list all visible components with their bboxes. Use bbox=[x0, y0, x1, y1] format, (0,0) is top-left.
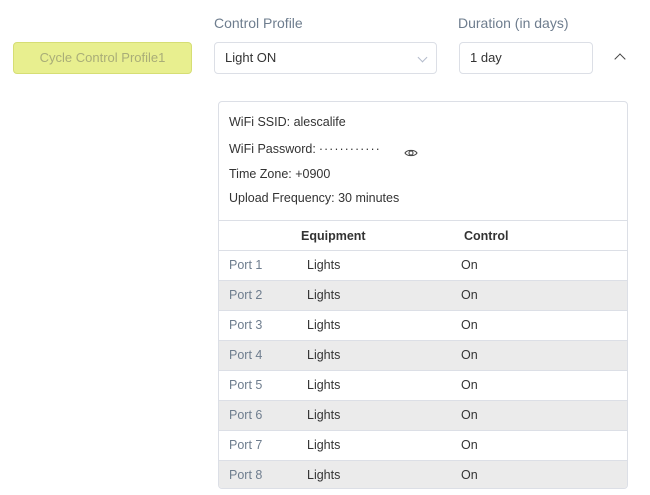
port-link[interactable]: Port 2 bbox=[229, 288, 262, 302]
cycle-control-profile-button[interactable]: Cycle Control Profile1 bbox=[13, 42, 192, 74]
control-cell: On bbox=[461, 288, 478, 302]
table-row: Port 6 Lights On bbox=[219, 400, 627, 430]
eye-icon[interactable] bbox=[404, 146, 418, 160]
table-row: Port 2 Lights On bbox=[219, 280, 627, 310]
control-cell: On bbox=[461, 468, 478, 482]
wifi-password-mask: ············ bbox=[318, 142, 381, 156]
control-cell: On bbox=[461, 318, 478, 332]
table-row: Port 8 Lights On bbox=[219, 460, 627, 488]
control-cell: On bbox=[461, 408, 478, 422]
equipment-cell: Lights bbox=[307, 408, 341, 422]
chevron-down-icon bbox=[417, 52, 428, 63]
chevron-up-icon[interactable] bbox=[612, 48, 630, 66]
equipment-cell: Lights bbox=[307, 468, 341, 482]
equipment-cell: Lights bbox=[307, 348, 341, 362]
table-row: Port 7 Lights On bbox=[219, 430, 627, 460]
table-row: Port 1 Lights On bbox=[219, 250, 627, 280]
wifi-password: WiFi Password: ············ bbox=[229, 142, 381, 156]
cycle-config-page: Cycle Control Profile1 Control Profile D… bbox=[0, 0, 650, 495]
control-cell: On bbox=[461, 258, 478, 272]
table-row: Port 5 Lights On bbox=[219, 370, 627, 400]
equipment-header: Equipment bbox=[301, 229, 366, 243]
equipment-cell: Lights bbox=[307, 288, 341, 302]
port-link[interactable]: Port 3 bbox=[229, 318, 262, 332]
equipment-cell: Lights bbox=[307, 318, 341, 332]
equipment-cell: Lights bbox=[307, 378, 341, 392]
duration-value: 1 day bbox=[470, 50, 502, 65]
time-zone: Time Zone: +0900 bbox=[229, 167, 331, 181]
duration-input[interactable]: 1 day bbox=[459, 42, 593, 74]
port-link[interactable]: Port 1 bbox=[229, 258, 262, 272]
control-profile-label: Control Profile bbox=[214, 15, 303, 31]
table-row: Port 4 Lights On bbox=[219, 340, 627, 370]
control-profile-value: Light ON bbox=[225, 50, 277, 65]
port-link[interactable]: Port 8 bbox=[229, 468, 262, 482]
control-cell: On bbox=[461, 438, 478, 452]
port-link[interactable]: Port 7 bbox=[229, 438, 262, 452]
device-details-card: WiFi SSID: alescalife WiFi Password: ····… bbox=[218, 101, 628, 489]
equipment-cell: Lights bbox=[307, 258, 341, 272]
upload-frequency: Upload Frequency: 30 minutes bbox=[229, 191, 400, 205]
equipment-cell: Lights bbox=[307, 438, 341, 452]
port-link[interactable]: Port 6 bbox=[229, 408, 262, 422]
control-cell: On bbox=[461, 348, 478, 362]
port-link[interactable]: Port 5 bbox=[229, 378, 262, 392]
port-table-body: Port 1 Lights On Port 2 Lights On Port 3… bbox=[219, 250, 627, 488]
table-row: Port 3 Lights On bbox=[219, 310, 627, 340]
control-profile-select[interactable]: Light ON bbox=[214, 42, 437, 74]
control-header: Control bbox=[464, 229, 509, 243]
control-cell: On bbox=[461, 378, 478, 392]
duration-label: Duration (in days) bbox=[458, 15, 569, 31]
port-link[interactable]: Port 4 bbox=[229, 348, 262, 362]
wifi-ssid: WiFi SSID: alescalife bbox=[229, 115, 346, 129]
wifi-password-label: WiFi Password: bbox=[229, 142, 316, 156]
table-divider bbox=[219, 220, 627, 221]
